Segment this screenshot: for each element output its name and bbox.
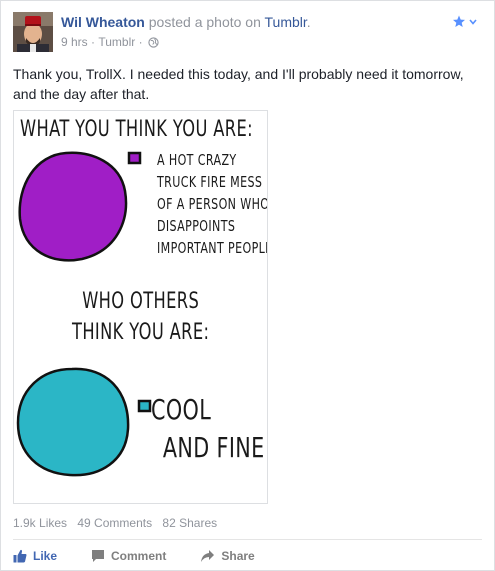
globe-icon[interactable] <box>148 36 159 48</box>
comment-label: Comment <box>111 549 167 563</box>
teal-circle <box>16 367 130 477</box>
like-label: Like <box>33 549 58 563</box>
likes-count[interactable]: 1.9k Likes <box>13 516 67 530</box>
purple-circle <box>18 151 128 262</box>
source-link[interactable]: Tumblr <box>265 14 307 30</box>
comment-icon <box>92 550 105 562</box>
share-label: Share <box>221 549 255 563</box>
purple-legend-square <box>127 151 142 165</box>
post-meta: Wil Wheaton posted a photo on Tumblr. 9 … <box>61 14 311 50</box>
comic-title: What you think you are: <box>20 117 253 142</box>
comic-subtitle: Who others think you are: <box>72 289 210 345</box>
post-time[interactable]: 9 hrs <box>61 34 88 50</box>
author-name[interactable]: Wil Wheaton <box>61 14 145 30</box>
post-text: Thank you, TrollX. I needed this today, … <box>13 66 464 102</box>
divider <box>13 539 482 540</box>
post-stats: 1.9k Likes 49 Comments 82 Shares <box>13 516 224 530</box>
share-button[interactable]: Share <box>200 546 255 566</box>
post-action-text: posted a photo on <box>148 14 261 30</box>
like-icon <box>13 549 27 563</box>
post-via[interactable]: Tumblr <box>98 34 135 50</box>
comic-option-1: A hot crazy truck fire mess of a person … <box>157 151 268 257</box>
post-header: Wil Wheaton posted a photo on Tumblr. 9 … <box>13 12 482 52</box>
avatar[interactable] <box>13 12 53 52</box>
post-actions: Like Comment Share <box>13 546 289 566</box>
comment-button[interactable]: Comment <box>91 546 166 566</box>
star-icon[interactable] <box>452 12 480 32</box>
feed-post: Wil Wheaton posted a photo on Tumblr. 9 … <box>0 0 495 571</box>
comic-option-2: Cool and fine <box>151 393 265 464</box>
comments-count[interactable]: 49 Comments <box>77 516 152 530</box>
share-icon <box>201 550 215 562</box>
shares-count[interactable]: 82 Shares <box>162 516 217 530</box>
teal-legend-square <box>137 399 152 413</box>
like-button[interactable]: Like <box>13 546 57 566</box>
post-photo[interactable]: What you think you are: A hot crazy truc… <box>13 110 268 504</box>
